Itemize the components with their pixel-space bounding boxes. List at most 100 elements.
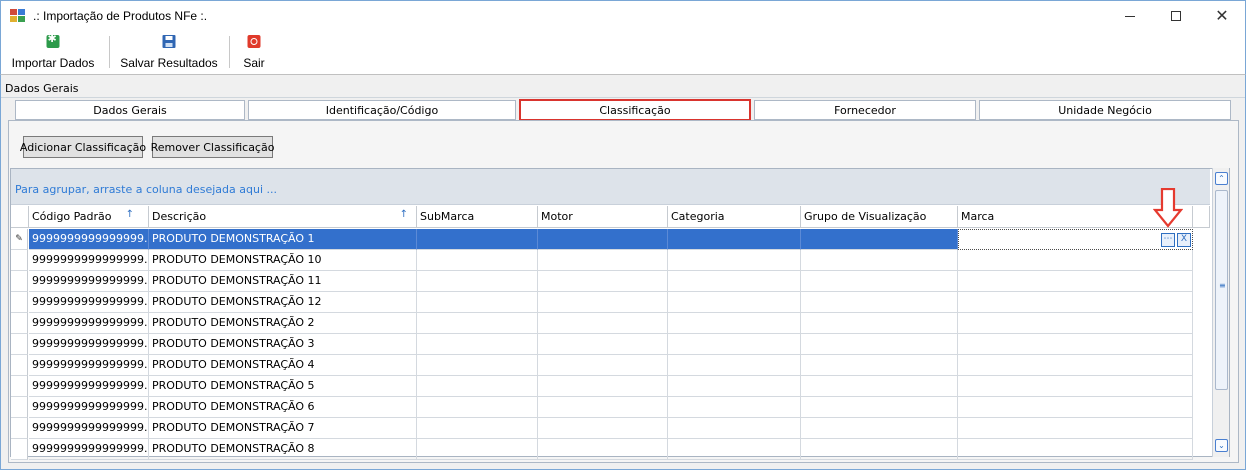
cell-submarca[interactable]: [417, 292, 538, 313]
cell-submarca[interactable]: [417, 355, 538, 376]
tab-identificacao-codigo[interactable]: Identificação/Código: [248, 100, 516, 120]
tab-fornecedor[interactable]: Fornecedor: [754, 100, 976, 120]
table-row[interactable]: 9999999999999999... PRODUTO DEMONSTRAÇÃO …: [11, 334, 1193, 355]
table-row[interactable]: 9999999999999999... PRODUTO DEMONSTRAÇÃO …: [11, 292, 1193, 313]
add-classification-button[interactable]: Adicionar Classificação: [20, 136, 146, 158]
table-row[interactable]: 9999999999999999... PRODUTO DEMONSTRAÇÃO …: [11, 439, 1193, 460]
cell-grupo-visualizacao[interactable]: [801, 355, 958, 376]
cell-motor[interactable]: [538, 334, 668, 355]
column-header-motor[interactable]: Motor: [538, 206, 668, 228]
cell-submarca[interactable]: [417, 250, 538, 271]
tab-dados-gerais[interactable]: Dados Gerais: [15, 100, 245, 120]
cell-descricao[interactable]: PRODUTO DEMONSTRAÇÃO 10: [149, 250, 417, 271]
tab-classificacao[interactable]: Classificação: [519, 99, 751, 121]
cell-marca[interactable]: [958, 271, 1193, 292]
cell-grupo-visualizacao[interactable]: [801, 313, 958, 334]
cell-codigo-padrao[interactable]: 9999999999999999...: [29, 334, 149, 355]
cell-submarca[interactable]: [417, 313, 538, 334]
cell-descricao[interactable]: PRODUTO DEMONSTRAÇÃO 5: [149, 376, 417, 397]
cell-grupo-visualizacao[interactable]: [801, 292, 958, 313]
cell-marca[interactable]: [958, 334, 1193, 355]
table-row[interactable]: 9999999999999999... PRODUTO DEMONSTRAÇÃO …: [11, 250, 1193, 271]
cell-motor[interactable]: [538, 397, 668, 418]
cell-grupo-visualizacao[interactable]: [801, 334, 958, 355]
cell-marca[interactable]: [958, 397, 1193, 418]
cell-categoria[interactable]: [668, 376, 801, 397]
column-header-descricao[interactable]: Descrição ↑: [149, 206, 417, 228]
cell-codigo-padrao[interactable]: 9999999999999999...: [29, 271, 149, 292]
cell-submarca[interactable]: [417, 229, 538, 250]
cell-submarca[interactable]: [417, 334, 538, 355]
save-results-button[interactable]: Salvar Resultados: [113, 32, 225, 72]
cell-marca[interactable]: [958, 418, 1193, 439]
cell-descricao[interactable]: PRODUTO DEMONSTRAÇÃO 7: [149, 418, 417, 439]
classification-grid[interactable]: Para agrupar, arraste a coluna desejada …: [10, 168, 1230, 460]
cell-descricao[interactable]: PRODUTO DEMONSTRAÇÃO 2: [149, 313, 417, 334]
cell-codigo-padrao[interactable]: 9999999999999999...: [29, 376, 149, 397]
cell-codigo-padrao[interactable]: 9999999999999999...: [29, 418, 149, 439]
cell-categoria[interactable]: [668, 313, 801, 334]
row-indicator[interactable]: [11, 439, 28, 460]
row-indicator[interactable]: [11, 376, 28, 397]
cell-submarca[interactable]: [417, 439, 538, 460]
import-data-button[interactable]: Importar Dados: [1, 32, 105, 72]
cell-codigo-padrao[interactable]: 9999999999999999...: [29, 397, 149, 418]
cell-codigo-padrao[interactable]: 9999999999999999...: [29, 355, 149, 376]
row-indicator[interactable]: [11, 250, 28, 271]
minimize-icon[interactable]: [1107, 1, 1153, 31]
cell-descricao[interactable]: PRODUTO DEMONSTRAÇÃO 11: [149, 271, 417, 292]
table-row[interactable]: 9999999999999999... PRODUTO DEMONSTRAÇÃO …: [11, 355, 1193, 376]
column-header-categoria[interactable]: Categoria: [668, 206, 801, 228]
remove-classification-button[interactable]: Remover Classificação: [151, 136, 274, 158]
cell-marca[interactable]: [958, 313, 1193, 334]
cell-motor[interactable]: [538, 229, 668, 250]
cell-submarca[interactable]: [417, 397, 538, 418]
table-row[interactable]: 9999999999999999... PRODUTO DEMONSTRAÇÃO …: [11, 376, 1193, 397]
cell-motor[interactable]: [538, 355, 668, 376]
row-indicator[interactable]: [11, 355, 28, 376]
cell-descricao[interactable]: PRODUTO DEMONSTRAÇÃO 8: [149, 439, 417, 460]
table-row[interactable]: 9999999999999999... PRODUTO DEMONSTRAÇÃO …: [11, 397, 1193, 418]
cell-submarca[interactable]: [417, 376, 538, 397]
row-indicator[interactable]: [11, 292, 28, 313]
scroll-down-icon[interactable]: ⌄: [1215, 439, 1228, 452]
cell-motor[interactable]: [538, 439, 668, 460]
vertical-scrollbar[interactable]: ⌃ ≡ ⌄: [1212, 168, 1229, 457]
close-icon[interactable]: ✕: [1199, 1, 1245, 31]
row-indicator[interactable]: [11, 334, 28, 355]
ellipsis-icon[interactable]: ⋯: [1161, 233, 1175, 247]
cell-codigo-padrao[interactable]: 9999999999999999...: [29, 439, 149, 460]
table-row[interactable]: 9999999999999999... PRODUTO DEMONSTRAÇÃO …: [11, 313, 1193, 334]
column-header-grupo-visualizacao[interactable]: Grupo de Visualização: [801, 206, 958, 228]
cell-submarca[interactable]: [417, 271, 538, 292]
cell-grupo-visualizacao[interactable]: [801, 439, 958, 460]
cell-categoria[interactable]: [668, 355, 801, 376]
row-indicator[interactable]: ✎: [11, 229, 28, 250]
cell-codigo-padrao[interactable]: 9999999999999999...: [29, 313, 149, 334]
cell-descricao[interactable]: PRODUTO DEMONSTRAÇÃO 12: [149, 292, 417, 313]
cell-categoria[interactable]: [668, 250, 801, 271]
cell-marca[interactable]: [958, 355, 1193, 376]
row-indicator[interactable]: [11, 313, 28, 334]
tab-unidade-negocio[interactable]: Unidade Negócio: [979, 100, 1231, 120]
maximize-icon[interactable]: [1153, 1, 1199, 31]
cell-categoria[interactable]: [668, 439, 801, 460]
row-indicator[interactable]: [11, 418, 28, 439]
cell-codigo-padrao[interactable]: 9999999999999999...: [29, 229, 149, 250]
cell-categoria[interactable]: [668, 418, 801, 439]
table-row[interactable]: 9999999999999999... PRODUTO DEMONSTRAÇÃO …: [11, 418, 1193, 439]
cell-motor[interactable]: [538, 376, 668, 397]
cell-marca[interactable]: [958, 250, 1193, 271]
scroll-thumb[interactable]: ≡: [1215, 190, 1228, 390]
clear-icon[interactable]: X: [1177, 233, 1191, 247]
column-header-codigo-padrao[interactable]: Código Padrão ↑: [29, 206, 149, 228]
cell-grupo-visualizacao[interactable]: [801, 376, 958, 397]
table-row[interactable]: ✎ 9999999999999999... PRODUTO DEMONSTRAÇÃO…: [11, 229, 1193, 250]
cell-codigo-padrao[interactable]: 9999999999999999...: [29, 292, 149, 313]
cell-descricao[interactable]: PRODUTO DEMONSTRAÇÃO 4: [149, 355, 417, 376]
cell-marca[interactable]: [958, 292, 1193, 313]
column-header-submarca[interactable]: SubMarca: [417, 206, 538, 228]
cell-motor[interactable]: [538, 418, 668, 439]
cell-descricao[interactable]: PRODUTO DEMONSTRAÇÃO 6: [149, 397, 417, 418]
cell-marca[interactable]: [958, 439, 1193, 460]
